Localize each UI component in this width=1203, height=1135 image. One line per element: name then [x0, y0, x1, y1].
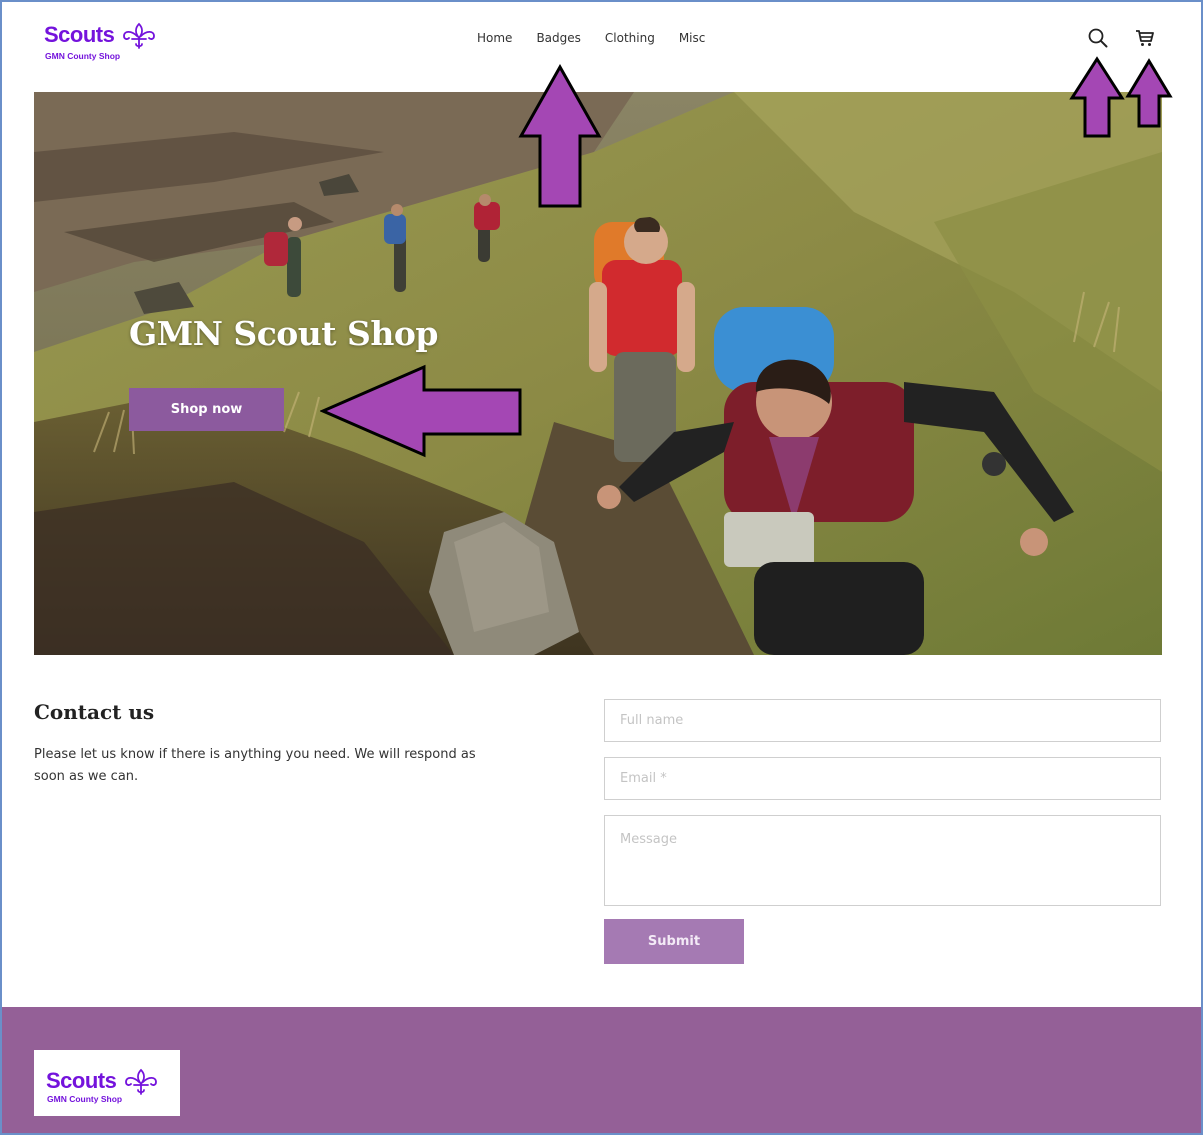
cart-icon[interactable]	[1134, 27, 1156, 49]
fleur-de-lis-icon	[125, 1068, 157, 1095]
hero-title: GMN Scout Shop	[129, 314, 438, 353]
search-icon[interactable]	[1087, 27, 1109, 49]
footer-logo-subtitle: GMN County Shop	[47, 1094, 123, 1104]
site-footer: Scouts GMN County Shop	[0, 1007, 1203, 1135]
annotation-arrow-up-nav	[518, 64, 602, 208]
message-field[interactable]	[604, 815, 1161, 906]
main-nav: Home Badges Clothing Misc	[477, 31, 729, 45]
footer-logo-wordmark: Scouts	[46, 1068, 117, 1093]
nav-badges[interactable]: Badges	[536, 31, 580, 45]
footer-logo[interactable]: Scouts GMN County Shop	[34, 1050, 180, 1116]
nav-home[interactable]: Home	[477, 31, 512, 45]
annotation-arrow-up-search	[1069, 56, 1125, 138]
nav-clothing[interactable]: Clothing	[605, 31, 655, 45]
nav-misc[interactable]: Misc	[679, 31, 706, 45]
logo-subtitle: GMN County Shop	[45, 51, 121, 61]
email-field[interactable]	[604, 757, 1161, 800]
annotation-arrow-up-cart	[1125, 58, 1173, 128]
contact-title: Contact us	[34, 700, 155, 724]
full-name-field[interactable]	[604, 699, 1161, 742]
shop-now-button[interactable]: Shop now	[129, 388, 284, 431]
contact-description: Please let us know if there is anything …	[34, 747, 476, 784]
site-logo[interactable]: Scouts GMN County Shop	[44, 20, 164, 62]
logo-wordmark: Scouts	[44, 22, 115, 47]
fleur-de-lis-icon	[123, 22, 155, 49]
annotation-arrow-left-shop	[320, 364, 522, 458]
submit-button[interactable]: Submit	[604, 919, 744, 964]
